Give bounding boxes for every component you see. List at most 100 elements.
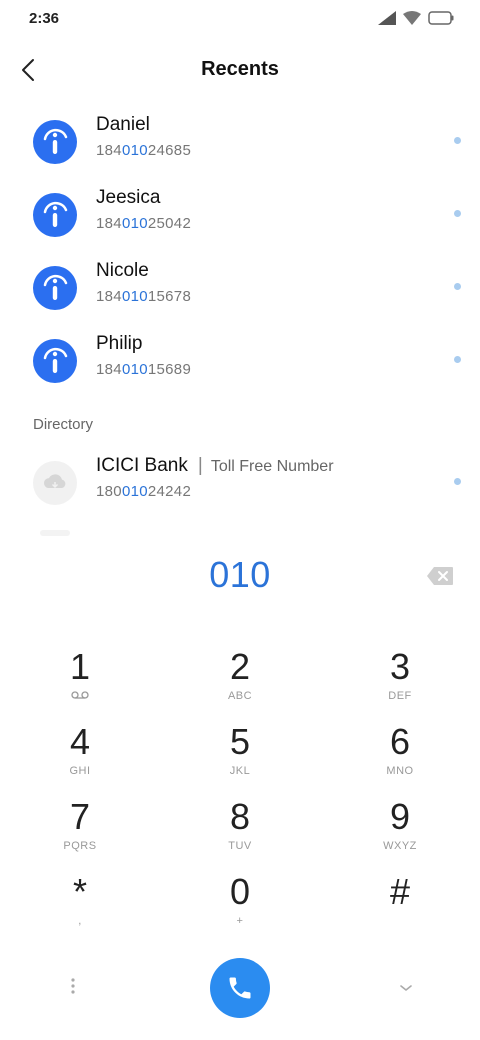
call-button[interactable]	[210, 958, 270, 1018]
collapse-keypad-button[interactable]	[396, 978, 416, 998]
key-letters: PQRS	[63, 840, 97, 852]
key-digit: 2	[229, 646, 251, 687]
list-fade	[40, 530, 70, 536]
separator: |	[197, 455, 203, 476]
avatar	[33, 339, 77, 383]
directory-item-icici-bank[interactable]: ICICI Bank | Toll Free Number 18001024242	[0, 449, 480, 519]
directory-name: ICICI Bank	[96, 455, 188, 476]
signal-icon	[378, 11, 396, 25]
key-digit: 8	[229, 796, 251, 837]
avatar	[33, 266, 77, 310]
key-3[interactable]: 3 DEF	[340, 646, 460, 716]
avatar	[33, 120, 77, 164]
key-7[interactable]: 7 PQRS	[20, 796, 140, 866]
wifi-icon	[403, 11, 421, 25]
contact-number: 18401024685	[96, 142, 191, 159]
number-suffix: 25042	[147, 215, 192, 232]
key-digit: 3	[389, 646, 411, 687]
status-time: 2:36	[29, 10, 60, 27]
bottom-bar	[0, 958, 480, 1018]
number-prefix: 180	[96, 483, 122, 500]
avatar	[33, 193, 77, 237]
info-icon	[43, 201, 68, 227]
more-vertical-icon	[71, 978, 75, 994]
key-digit: 4	[69, 721, 91, 762]
key-digit: 0	[229, 871, 251, 912]
info-icon	[43, 274, 68, 300]
status-dot	[454, 137, 461, 144]
contact-number: 18401025042	[96, 215, 191, 232]
contact-item-nicole[interactable]: Nicole 18401015678	[0, 254, 480, 324]
contact-item-jeesica[interactable]: Jeesica 18401025042	[0, 181, 480, 251]
contact-name: ICICI Bank | Toll Free Number	[96, 455, 334, 477]
contact-name: Daniel	[96, 114, 150, 135]
key-star[interactable]: * ,	[20, 871, 140, 941]
status-icons	[378, 11, 454, 25]
phone-icon	[229, 977, 251, 999]
key-letters: +	[236, 915, 244, 927]
page-title: Recents	[201, 58, 279, 80]
number-prefix: 184	[96, 361, 122, 378]
contact-name: Jeesica	[96, 187, 161, 208]
key-letters: MNO	[386, 765, 414, 777]
number-suffix: 24685	[147, 142, 192, 159]
contact-name: Nicole	[96, 260, 149, 281]
key-letters: ABC	[227, 690, 253, 702]
number-match: 010	[121, 142, 148, 159]
key-letters: GHI	[69, 765, 91, 777]
key-digit: 7	[69, 796, 91, 837]
key-5[interactable]: 5 JKL	[180, 721, 300, 791]
number-match: 010	[121, 215, 148, 232]
key-letters: JKL	[229, 765, 251, 777]
key-digit: *	[72, 871, 87, 912]
number-suffix: 15689	[147, 361, 192, 378]
battery-icon	[428, 11, 454, 25]
contact-number: 18001024242	[96, 483, 191, 500]
voicemail-icon	[71, 691, 89, 699]
key-8[interactable]: 8 TUV	[180, 796, 300, 866]
key-letters: ,	[78, 915, 82, 927]
directory-subtitle: Toll Free Number	[210, 458, 334, 475]
number-prefix: 184	[96, 142, 122, 159]
key-0[interactable]: 0 +	[180, 871, 300, 941]
number-match: 010	[121, 483, 148, 500]
key-digit: #	[389, 871, 411, 912]
key-digit: 9	[389, 796, 411, 837]
backspace-button[interactable]	[426, 566, 454, 586]
cloud-icon	[43, 474, 66, 489]
number-match: 010	[121, 288, 148, 305]
status-dot	[454, 210, 461, 217]
info-icon	[43, 347, 68, 373]
key-letters	[20, 690, 140, 703]
number-match: 010	[121, 361, 148, 378]
contact-number: 18401015689	[96, 361, 191, 378]
contact-item-philip[interactable]: Philip 18401015689	[0, 327, 480, 397]
key-letters: WXYZ	[383, 840, 417, 852]
chevron-down-icon	[400, 985, 412, 991]
number-prefix: 184	[96, 288, 122, 305]
more-options-button[interactable]	[66, 976, 80, 1000]
backspace-icon	[427, 567, 453, 585]
status-dot	[454, 478, 461, 485]
contact-number: 18401015678	[96, 288, 191, 305]
contact-name: Philip	[96, 333, 143, 354]
status-bar: 2:36	[0, 0, 480, 40]
key-2[interactable]: 2 ABC	[180, 646, 300, 716]
status-dot	[454, 356, 461, 363]
key-letters: TUV	[228, 840, 252, 852]
key-letters: DEF	[388, 690, 412, 702]
key-9[interactable]: 9 WXYZ	[340, 796, 460, 866]
key-hash[interactable]: #	[340, 871, 460, 941]
contact-item-daniel[interactable]: Daniel 18401024685	[0, 108, 480, 178]
dial-input[interactable]: 010	[0, 554, 480, 596]
key-4[interactable]: 4 GHI	[20, 721, 140, 791]
header: Recents	[0, 46, 480, 94]
key-1[interactable]: 1	[20, 646, 140, 716]
status-dot	[454, 283, 461, 290]
number-suffix: 24242	[147, 483, 192, 500]
avatar	[33, 461, 77, 505]
section-label-directory: Directory	[33, 416, 94, 433]
number-prefix: 184	[96, 215, 122, 232]
key-6[interactable]: 6 MNO	[340, 721, 460, 791]
number-suffix: 15678	[147, 288, 192, 305]
